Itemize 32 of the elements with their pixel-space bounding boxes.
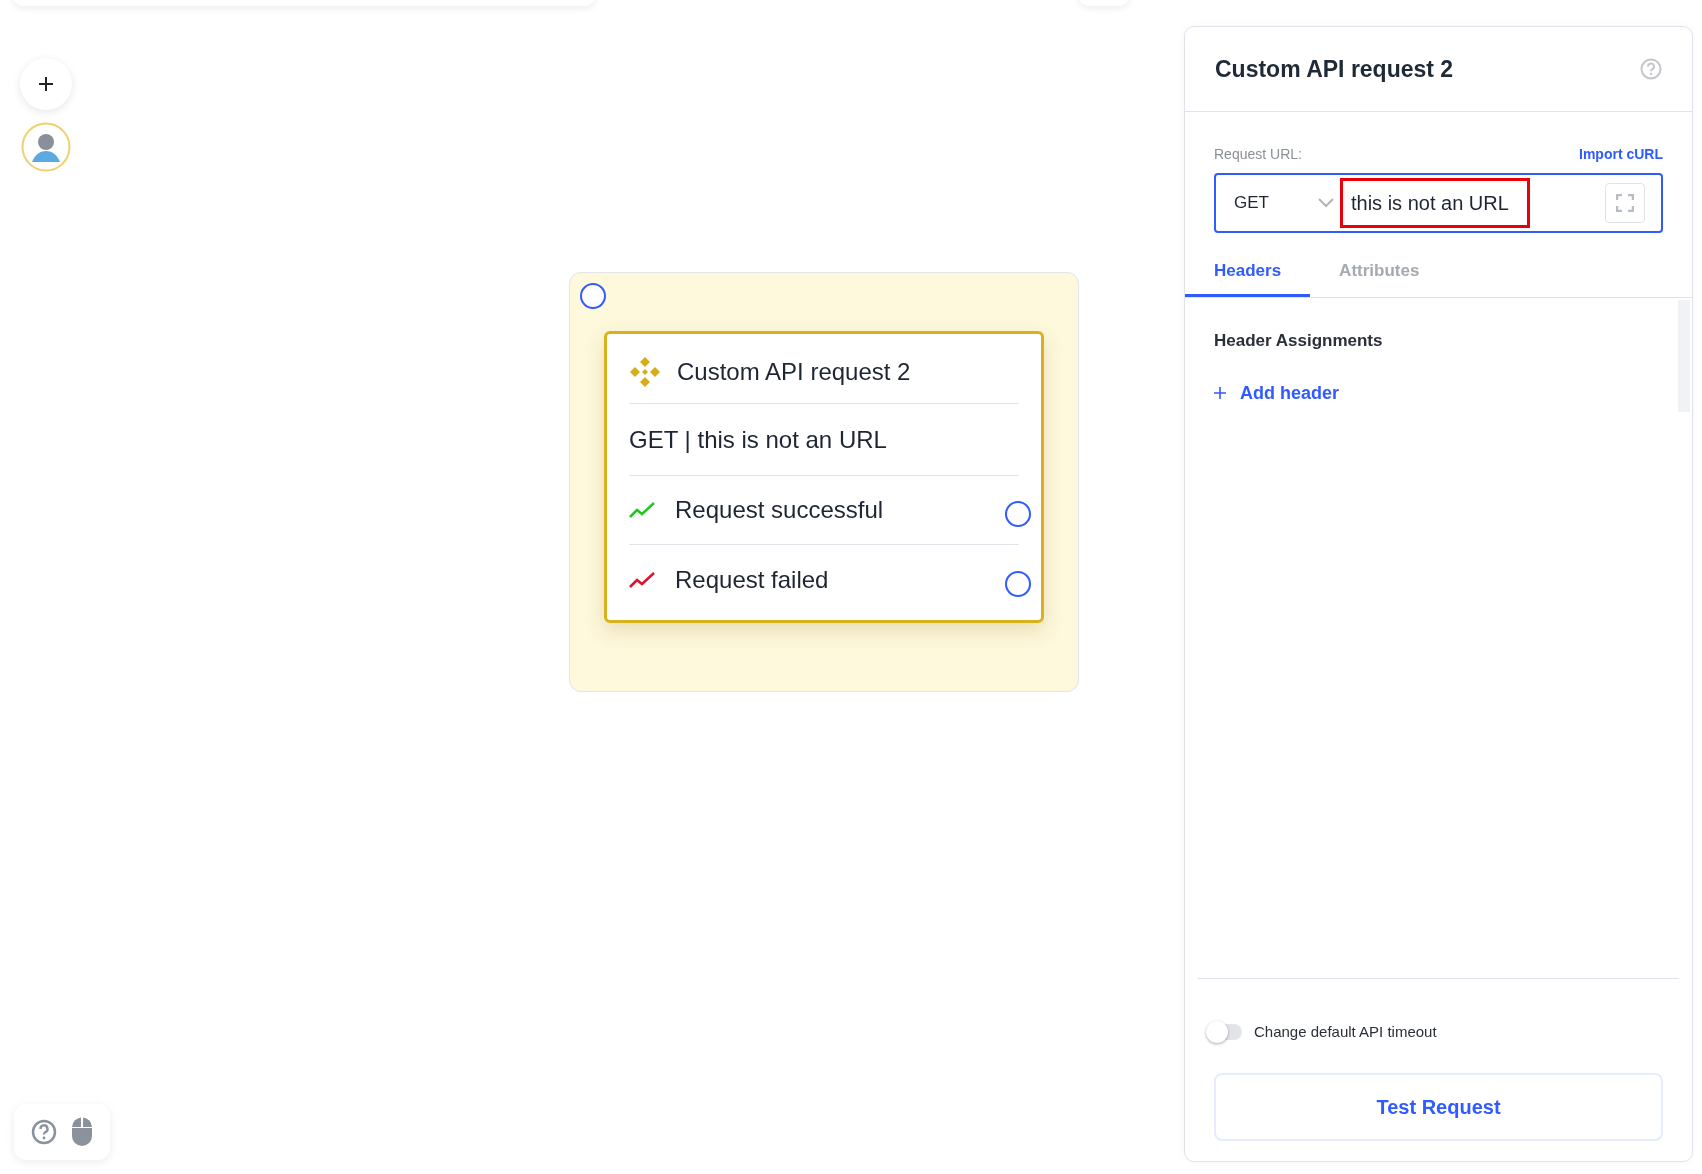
toggle-label: Change default API timeout [1254, 1021, 1437, 1042]
import-curl-link[interactable]: Import cURL [1579, 144, 1663, 165]
help-icon[interactable] [31, 1119, 57, 1145]
diamond-icon [629, 355, 661, 388]
node-title: Custom API request 2 [677, 356, 911, 387]
output-connector[interactable] [1005, 570, 1031, 597]
timeout-toggle[interactable] [1208, 1023, 1242, 1040]
trend-line-icon [629, 570, 655, 589]
node-group-background[interactable]: Custom API request 2 GET | this is not an URL Request successful Request failed [569, 272, 1079, 692]
test-request-button[interactable]: Test Request [1214, 1073, 1663, 1141]
panel-title: Custom API request 2 [1215, 54, 1454, 84]
section-title: Header Assignments [1214, 330, 1384, 352]
avatar-icon[interactable] [21, 122, 71, 172]
method-dropdown[interactable]: GET [1234, 190, 1340, 216]
expand-button[interactable] [1605, 183, 1645, 223]
url-input[interactable]: this is not an URL [1340, 178, 1530, 228]
help-icon[interactable] [1640, 58, 1662, 80]
plus-icon [38, 76, 54, 92]
node-card[interactable]: Custom API request 2 GET | this is not an URL Request successful Request failed [604, 331, 1044, 623]
input-connector[interactable] [580, 283, 606, 309]
tab[interactable]: Headers [1185, 247, 1311, 297]
plus-icon [1214, 387, 1226, 399]
output-connector[interactable] [1005, 501, 1031, 527]
add-header-button[interactable]: Add header [1214, 379, 1340, 407]
output-label: Request successful [675, 495, 885, 525]
node-summary: GET | this is not an URL [629, 424, 887, 455]
expand-icon [1616, 194, 1634, 212]
chevron-down-icon [1318, 198, 1334, 208]
trend-line-icon [629, 501, 655, 519]
request-url-label: Request URL: [1214, 145, 1302, 164]
output-label: Request failed [675, 564, 830, 595]
mouse-icon[interactable] [71, 1117, 93, 1147]
